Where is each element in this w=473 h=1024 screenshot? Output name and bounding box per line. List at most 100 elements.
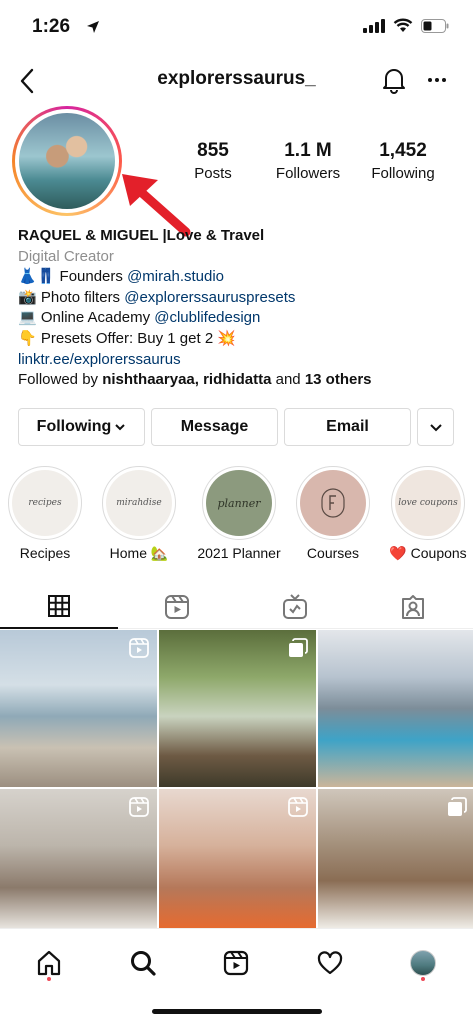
posts-count-value: 855 — [197, 140, 229, 161]
status-icons — [363, 18, 449, 33]
monogram-icon — [321, 488, 345, 518]
bio-text: Presets Offer: Buy 1 get 2 — [36, 329, 218, 347]
nav-activity[interactable] — [310, 943, 350, 983]
reel-badge-icon — [129, 797, 149, 817]
battery-icon — [421, 18, 449, 33]
avatar-photo — [19, 113, 115, 209]
suggested-accounts-button[interactable] — [417, 408, 454, 446]
chevron-down-icon — [429, 424, 442, 432]
highlight-cover: recipes — [12, 470, 78, 536]
post-thumbnail[interactable] — [0, 630, 157, 787]
bio-line-academy: 💻 Online Academy @clublifedesign — [18, 308, 458, 329]
notification-bell-icon[interactable] — [381, 66, 407, 94]
followed-by-names: nishthaaryaa, ridhidatta — [102, 371, 272, 389]
post-thumbnail[interactable] — [318, 789, 473, 928]
profile-tabs — [0, 585, 473, 629]
following-count[interactable]: 1,452 Following — [358, 140, 448, 182]
dress-jeans-emoji: 👗👖 — [18, 268, 56, 286]
bottom-tab-bar — [0, 928, 473, 1024]
highlight-ring: love coupons — [391, 466, 465, 540]
highlight-cover: mirahdise — [106, 470, 172, 536]
avatar-inner — [15, 109, 119, 213]
profile-avatar[interactable] — [12, 106, 122, 216]
location-arrow-icon — [87, 21, 99, 33]
carousel-badge-icon — [448, 797, 467, 816]
tagged-icon — [402, 595, 424, 619]
bio-external-link[interactable]: linktr.ee/explorerssaurus — [18, 350, 458, 371]
heart-icon — [317, 951, 343, 975]
tab-tagged[interactable] — [354, 585, 472, 629]
highlight-label: Recipes — [19, 545, 71, 561]
posts-count-label: Posts — [194, 165, 232, 182]
followed-by-and: and — [271, 371, 305, 389]
highlight-home[interactable]: mirahdise Home 🏡 — [94, 466, 184, 562]
tab-posts-grid[interactable] — [0, 585, 118, 629]
highlight-cover: planner — [206, 470, 272, 536]
posts-count[interactable]: 855 Posts — [168, 140, 258, 182]
more-options-icon[interactable] — [427, 66, 447, 94]
highlight-label: 2021 Planner — [197, 545, 281, 561]
highlight-recipes[interactable]: recipes Recipes — [0, 466, 90, 561]
post-thumbnail[interactable] — [318, 630, 473, 787]
highlight-cover — [300, 470, 366, 536]
status-bar: 1:26 — [0, 0, 473, 52]
mention-link[interactable]: @clublifedesign — [154, 309, 260, 326]
followers-count-label: Followers — [275, 165, 341, 182]
profile-display-name: RAQUEL & MIGUEL |Love & Travel — [18, 227, 265, 244]
notification-dot — [47, 977, 51, 981]
chevron-down-icon — [115, 424, 126, 431]
reel-badge-icon — [288, 797, 308, 817]
story-highlights: recipes Recipes mirahdise Home 🏡 planner… — [0, 466, 473, 566]
highlight-planner[interactable]: planner 2021 Planner — [194, 466, 284, 561]
tab-igtv[interactable] — [236, 585, 354, 629]
nav-reels[interactable] — [216, 943, 256, 983]
highlight-courses[interactable]: Courses — [288, 466, 378, 561]
following-count-label: Following — [371, 165, 435, 182]
profile-category: Digital Creator — [18, 247, 114, 265]
bio-text: Photo filters — [36, 288, 125, 306]
bio-text: Founders — [55, 268, 128, 286]
wifi-icon — [393, 18, 413, 32]
mention-link[interactable]: @explorerssauruspresets — [124, 289, 295, 306]
search-icon — [131, 951, 156, 976]
highlight-label: Courses — [306, 545, 360, 561]
pointing-down-emoji: 👇 — [18, 329, 37, 347]
igtv-icon — [283, 594, 307, 619]
email-button[interactable]: Email — [284, 408, 411, 446]
post-thumbnail[interactable] — [159, 630, 316, 787]
highlight-label: Home 🏡 — [109, 545, 169, 561]
highlight-ring: planner — [202, 466, 276, 540]
mention-link[interactable]: @mirah.studio — [127, 268, 224, 285]
followers-count[interactable]: 1.1 M Followers — [263, 140, 353, 182]
profile-action-buttons: Following Message Email — [18, 408, 456, 446]
bio-line-presets: 👇 Presets Offer: Buy 1 get 2 💥 — [18, 329, 458, 350]
home-icon — [37, 950, 61, 976]
post-thumbnail[interactable] — [159, 789, 316, 928]
profile-header: explorerssaurus_ — [0, 58, 473, 104]
highlight-coupons[interactable]: love coupons ❤️ Coupons — [383, 466, 473, 562]
home-indicator[interactable] — [152, 1009, 322, 1014]
notification-dot — [421, 977, 425, 981]
reels-icon — [165, 595, 189, 619]
tab-reels[interactable] — [118, 585, 236, 629]
highlight-label: ❤️ Coupons — [389, 545, 467, 561]
laptop-emoji: 💻 — [18, 309, 37, 327]
message-button[interactable]: Message — [151, 408, 278, 446]
collision-emoji: 💥 — [217, 329, 237, 347]
following-count-value: 1,452 — [379, 140, 427, 161]
followers-count-value: 1.1 M — [284, 140, 332, 161]
nav-search[interactable] — [123, 943, 163, 983]
following-button[interactable]: Following — [18, 408, 145, 446]
profile-bio: RAQUEL & MIGUEL |Love & Travel Digital C… — [18, 226, 458, 391]
posts-grid — [0, 630, 473, 928]
reels-icon — [223, 950, 249, 976]
status-time: 1:26 — [32, 16, 71, 37]
reel-badge-icon — [129, 638, 149, 658]
profile-stats: 855 Posts 1.1 M Followers 1,452 Followin… — [168, 140, 448, 182]
post-thumbnail[interactable] — [0, 789, 157, 928]
bio-line-founders: 👗👖 Founders @mirah.studio — [18, 267, 458, 288]
grid-icon — [48, 595, 70, 617]
highlight-ring — [296, 466, 370, 540]
followed-by-line[interactable]: Followed by nishthaaryaa, ridhidatta and… — [18, 370, 458, 391]
highlight-ring: mirahdise — [102, 466, 176, 540]
